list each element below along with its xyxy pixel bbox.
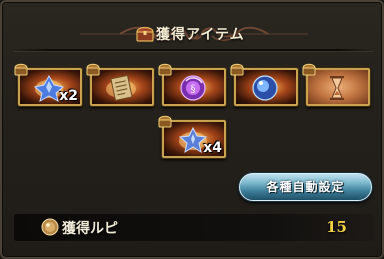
reward-item-5[interactable] xyxy=(302,63,370,106)
item-quantity: x4 xyxy=(203,140,222,156)
chest-badge-icon xyxy=(230,63,244,76)
rupee-coin-icon xyxy=(41,218,59,236)
scroll-icon xyxy=(106,75,136,101)
reward-title: 獲得アイテム xyxy=(156,27,245,43)
reward-panel: 獲得アイテム x2 § x4 各種自動設定 獲得ルピ 15 xyxy=(0,0,384,259)
chest-badge-icon xyxy=(158,115,172,128)
reward-item-6[interactable]: x4 xyxy=(158,115,226,158)
reward-item-2[interactable] xyxy=(86,63,154,106)
header-divider xyxy=(14,49,374,51)
item-quantity: x2 xyxy=(59,88,78,104)
chest-badge-icon xyxy=(86,63,100,76)
reward-item-3[interactable]: § xyxy=(158,63,226,106)
auto-settings-button[interactable]: 各種自動設定 xyxy=(239,173,372,201)
chest-badge-icon xyxy=(14,63,28,76)
rupee-label: 獲得ルピ xyxy=(62,221,118,237)
chest-badge-icon xyxy=(158,63,172,76)
purple-orb-icon: § xyxy=(180,75,206,101)
rupee-row: 獲得ルピ 15 xyxy=(14,214,374,241)
reward-item-4[interactable] xyxy=(230,63,298,106)
svg-text:§: § xyxy=(191,84,196,95)
auto-settings-label: 各種自動設定 xyxy=(266,180,345,194)
chest-badge-icon xyxy=(302,63,316,76)
treasure-chest-icon xyxy=(136,26,154,42)
reward-item-1[interactable]: x2 xyxy=(14,63,82,106)
hourglass-icon xyxy=(330,76,344,100)
rupee-value: 15 xyxy=(326,218,347,236)
reward-header: 獲得アイテム xyxy=(2,22,384,46)
blue-orb-icon xyxy=(252,75,278,101)
